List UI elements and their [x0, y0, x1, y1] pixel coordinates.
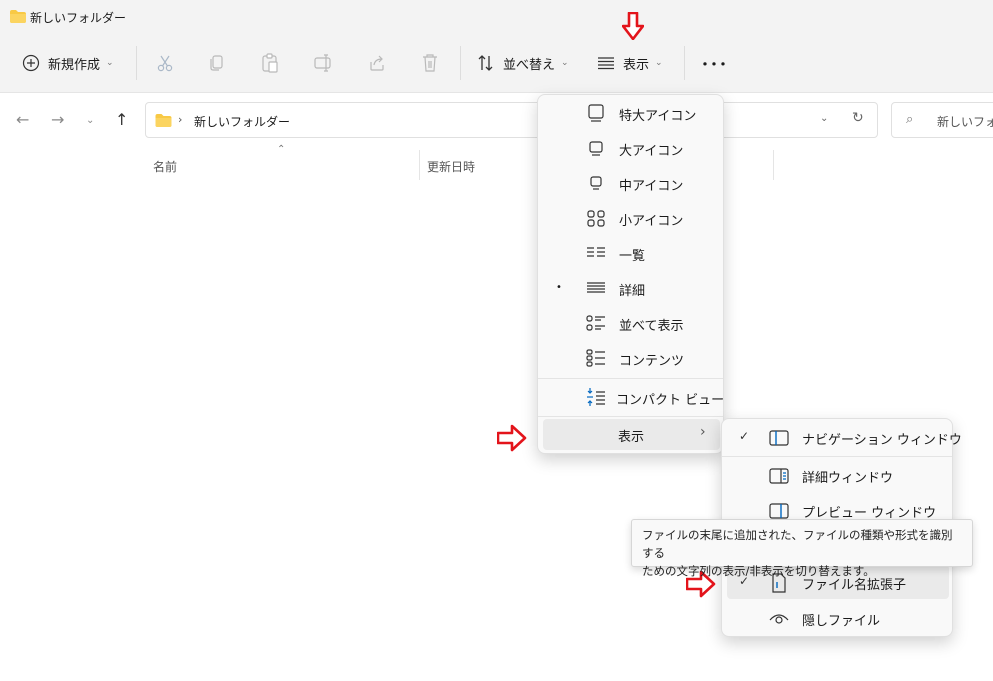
menu-item-label: 大アイコン — [619, 144, 684, 159]
recent-locations-icon[interactable]: ⌄ — [86, 115, 94, 126]
menu-item-medium-icons[interactable]: 中アイコン — [538, 166, 723, 201]
tooltip: ファイルの末尾に追加された、ファイルの種類や形式を識別する ための文字列の表示/… — [631, 519, 973, 578]
selected-bullet-icon: • — [556, 282, 562, 293]
menu-item-list[interactable]: 一覧 — [538, 236, 723, 271]
column-divider[interactable] — [419, 150, 420, 180]
window-title: 新しいフォルダー — [30, 11, 127, 25]
forward-arrow-icon[interactable]: → — [51, 110, 64, 129]
content-icon — [586, 349, 605, 367]
column-header-modified[interactable]: 更新日時 — [427, 158, 475, 175]
menu-divider — [538, 378, 723, 379]
menu-item-small-icons[interactable]: 小アイコン — [538, 201, 723, 236]
view-button[interactable]: 表示 ⌄ — [597, 34, 663, 92]
column-divider[interactable] — [773, 150, 774, 180]
submenu-item-hidden-files[interactable]: 隠しファイル — [722, 601, 952, 636]
new-button[interactable]: 新規作成 ⌄ — [22, 34, 114, 92]
sort-icon — [478, 55, 493, 71]
refresh-icon[interactable]: ↻ — [852, 110, 864, 126]
breadcrumb[interactable]: 新しいフォルダー — [194, 113, 290, 130]
menu-item-large-icons[interactable]: 大アイコン — [538, 131, 723, 166]
search-icon: ⌕ — [906, 112, 914, 127]
toolbar-divider — [460, 46, 461, 80]
rename-icon[interactable] — [314, 54, 334, 72]
up-arrow-icon[interactable]: ↑ — [115, 110, 128, 129]
new-button-label: 新規作成 — [48, 57, 101, 73]
menu-item-extra-large-icons[interactable]: 特大アイコン — [538, 96, 723, 131]
tooltip-line: ための文字列の表示/非表示を切り替えます。 — [642, 564, 875, 578]
menu-item-label: 並べて表示 — [619, 319, 684, 334]
view-menu: 特大アイコン 大アイコン 中アイコン 小アイコン 一覧 • 詳細 並べて表示 コ… — [537, 94, 724, 454]
folder-icon — [155, 114, 172, 127]
search-box[interactable]: ⌕ 新しいフォルダ — [891, 102, 993, 138]
title-bar: 新しいフォルダー — [0, 0, 993, 34]
menu-item-details[interactable]: • 詳細 — [538, 271, 723, 306]
tooltip-line: ファイルの末尾に追加された、ファイルの種類や形式を識別する — [642, 528, 953, 560]
menu-item-label: 詳細 — [619, 284, 646, 299]
menu-item-content[interactable]: コンテンツ — [538, 341, 723, 376]
chevron-down-icon: ⌄ — [655, 58, 663, 68]
command-bar: 新規作成 ⌄ 並べ替え ⌄ 表示 ⌄ ･･･ — [0, 34, 993, 93]
chevron-down-icon[interactable]: ⌄ — [820, 113, 828, 124]
column-header-name[interactable]: 名前 — [153, 158, 177, 175]
tiles-icon — [586, 315, 605, 331]
menu-item-show[interactable]: 表示 › — [543, 419, 720, 450]
toolbar-divider — [136, 46, 137, 80]
folder-icon — [10, 10, 26, 23]
menu-item-label: 特大アイコン — [619, 109, 697, 124]
preview-pane-icon — [769, 503, 789, 519]
menu-item-tiles[interactable]: 並べて表示 — [538, 306, 723, 341]
menu-item-compact-view[interactable]: コンパクト ビュー — [538, 380, 725, 415]
view-lines-icon — [598, 57, 614, 70]
menu-item-label: 一覧 — [619, 249, 646, 264]
chevron-down-icon: ⌄ — [106, 58, 114, 68]
paste-icon[interactable] — [261, 53, 279, 73]
menu-divider — [722, 456, 952, 457]
back-arrow-icon[interactable]: ← — [16, 110, 29, 129]
menu-item-label: 小アイコン — [619, 214, 684, 229]
menu-item-label: 中アイコン — [619, 179, 684, 194]
cut-icon[interactable] — [156, 54, 174, 72]
large-icons-icon — [589, 141, 603, 156]
submenu-item-label: ナビゲーション ウィンドウ — [802, 433, 962, 448]
compact-view-icon — [587, 388, 605, 406]
breadcrumb-chevron-icon: › — [178, 113, 183, 126]
details-pane-icon — [769, 468, 789, 484]
checkmark-icon: ✓ — [739, 429, 750, 443]
menu-item-label: コンテンツ — [619, 354, 685, 369]
medium-icons-icon — [590, 176, 602, 190]
menu-item-label: 表示 — [618, 430, 645, 445]
address-bar[interactable]: › 新しいフォルダー ⌄ ↻ — [145, 102, 878, 138]
small-icons-icon — [587, 210, 605, 227]
search-input[interactable]: 新しいフォルダ — [937, 113, 993, 130]
menu-divider — [538, 416, 723, 417]
menu-item-label: コンパクト ビュー — [616, 393, 725, 408]
annotation-arrow-down-icon — [622, 12, 644, 40]
submenu-item-navigation-pane[interactable]: ✓ ナビゲーション ウィンドウ — [722, 420, 962, 455]
toolbar-divider — [684, 46, 685, 80]
delete-icon[interactable] — [421, 53, 439, 73]
sort-button-label: 並べ替え — [503, 57, 556, 73]
hidden-files-icon — [769, 614, 789, 624]
copy-icon[interactable] — [208, 54, 226, 72]
chevron-right-icon: › — [700, 424, 706, 440]
navigation-pane-icon — [769, 430, 789, 446]
annotation-arrow-right-icon — [497, 424, 527, 452]
chevron-down-icon: ⌄ — [561, 58, 569, 68]
share-icon[interactable] — [368, 54, 386, 72]
details-icon — [587, 282, 605, 293]
more-options-button[interactable]: ･･･ — [701, 34, 728, 92]
submenu-item-label: 隠しファイル — [802, 614, 881, 629]
sort-ascending-icon: ⌃ — [277, 144, 286, 155]
submenu-item-label: 詳細ウィンドウ — [802, 471, 894, 486]
extra-large-icons-icon — [588, 104, 604, 122]
plus-circle-icon — [22, 54, 40, 72]
sort-button[interactable]: 並べ替え ⌄ — [477, 34, 569, 92]
list-icon — [587, 247, 605, 257]
submenu-item-details-pane[interactable]: 詳細ウィンドウ — [722, 458, 952, 493]
view-button-label: 表示 — [623, 57, 650, 73]
